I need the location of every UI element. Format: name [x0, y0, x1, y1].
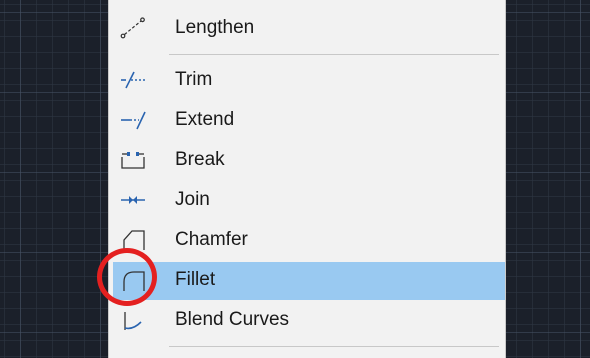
join-icon: [117, 188, 149, 212]
menu-item-label: Blend Curves: [175, 309, 290, 330]
menu-item-fillet[interactable]: Fillet: [113, 262, 505, 300]
menu-item-extend[interactable]: Extend: [113, 102, 505, 138]
menu-separator: [169, 54, 499, 55]
menu-item-label: Trim: [175, 69, 213, 90]
menu-item-blend-curves[interactable]: Blend Curves: [113, 302, 505, 338]
menu-item-label: Fillet: [175, 269, 216, 290]
chamfer-icon: [117, 228, 149, 252]
menu-item-label: Extend: [175, 109, 235, 130]
extend-icon: [117, 108, 149, 132]
menu-item-lengthen[interactable]: Lengthen: [113, 10, 505, 46]
menu-item-label: Chamfer: [175, 229, 248, 250]
trim-icon: [117, 68, 149, 92]
menu-separator: [169, 346, 499, 347]
blend-curves-icon: [117, 308, 149, 332]
fillet-icon: [117, 268, 149, 292]
menu-item-label: Break: [175, 149, 225, 170]
menu-item-trim[interactable]: Trim: [113, 62, 505, 98]
menu-item-chamfer[interactable]: Chamfer: [113, 222, 505, 258]
menu-item-label: Join: [175, 189, 210, 210]
menu-item-break[interactable]: Break: [113, 142, 505, 178]
menu-item-label: Lengthen: [175, 17, 255, 38]
break-icon: [117, 148, 149, 172]
menu-item-join[interactable]: Join: [113, 182, 505, 218]
modify-dropdown-menu: Lengthen Trim Extend Break Join Chamfer …: [108, 0, 506, 358]
lengthen-icon: [117, 16, 149, 40]
